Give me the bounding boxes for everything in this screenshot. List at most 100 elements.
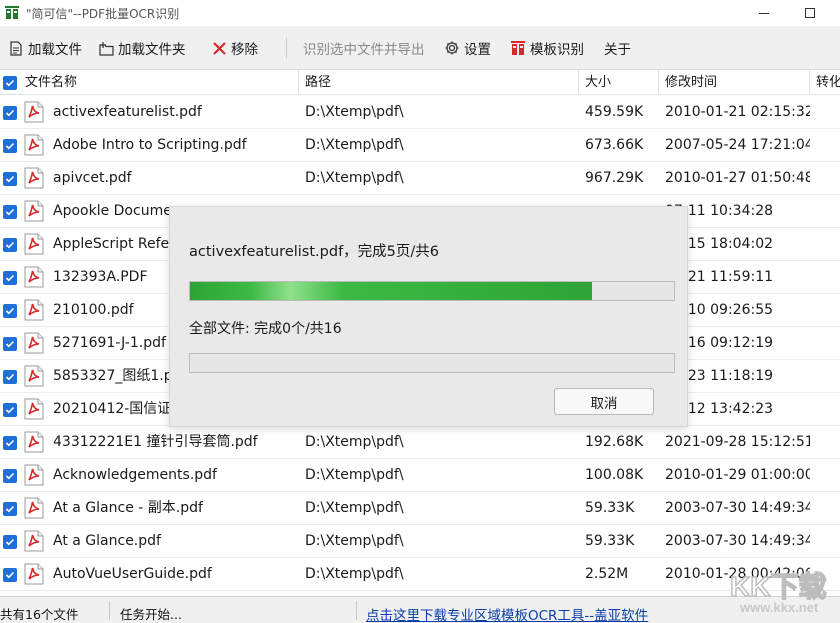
check-icon — [5, 570, 15, 580]
file-progress-fill — [190, 282, 592, 300]
modified-time-cell: 2007-05-24 17:21:04 — [665, 129, 810, 162]
pdf-file-icon — [24, 233, 45, 255]
watermark-text: www.kkx.net — [740, 600, 818, 615]
table-row[interactable]: At a Glance.pdfD:\Xtemp\pdf\59.33K2003-0… — [0, 525, 840, 558]
row-checkbox[interactable] — [3, 106, 17, 120]
row-checkbox[interactable] — [3, 205, 17, 219]
column-header-path[interactable]: 路径 — [299, 70, 579, 95]
check-icon — [5, 273, 15, 283]
row-checkbox[interactable] — [3, 337, 17, 351]
table-row[interactable]: apivcet.pdfD:\Xtemp\pdf\967.29K2010-01-2… — [0, 162, 840, 195]
file-path-cell: D:\Xtemp\pdf\ — [305, 129, 575, 162]
modified-time-cell: 2021-09-28 15:12:51 — [665, 426, 810, 459]
file-name-cell: At a Glance - 副本.pdf — [53, 492, 298, 525]
pdf-file-icon — [24, 266, 45, 288]
row-checkbox[interactable] — [3, 502, 17, 516]
gear-icon — [444, 40, 460, 56]
check-icon — [5, 240, 15, 250]
file-path-cell: D:\Xtemp\pdf\ — [305, 459, 575, 492]
row-checkbox[interactable] — [3, 271, 17, 285]
settings-label: 设置 — [464, 38, 491, 58]
row-checkbox[interactable] — [3, 304, 17, 318]
file-path-cell: D:\Xtemp\pdf\ — [305, 525, 575, 558]
toolbar-separator — [286, 38, 287, 58]
table-row[interactable]: activexfeaturelist.pdfD:\Xtemp\pdf\ 459.5… — [0, 96, 840, 129]
template-ocr-button[interactable]: 模板识别 — [510, 36, 584, 60]
row-checkbox[interactable] — [3, 469, 17, 483]
modified-time-cell: 2003-07-30 14:49:34 — [665, 492, 810, 525]
cancel-button[interactable]: 取消 — [554, 388, 654, 415]
status-divider — [356, 601, 357, 620]
select-all-checkbox[interactable] — [3, 76, 17, 90]
file-icon — [8, 40, 24, 56]
table-row[interactable]: 43312221E1 撞针引导套筒.pdfD:\Xtemp\pdf\192.68… — [0, 426, 840, 459]
column-header-modified[interactable]: 修改时间 — [659, 70, 810, 95]
check-icon — [5, 339, 15, 349]
file-name-cell: Acknowledgements.pdf — [53, 459, 298, 492]
row-checkbox[interactable] — [3, 370, 17, 384]
current-file-status: activexfeaturelist.pdf，完成5页/共6 — [189, 240, 439, 261]
row-checkbox[interactable] — [3, 172, 17, 186]
window-title: "简可信"--PDF批量OCR识别 — [26, 5, 179, 22]
toolbar: 加载文件 加载文件夹 移除 识别选中文件并导出 设置 模板识别 关于 — [0, 26, 840, 70]
maximize-icon — [805, 8, 815, 18]
minimize-button[interactable] — [741, 0, 787, 26]
check-icon — [5, 438, 15, 448]
check-icon — [5, 306, 15, 316]
row-checkbox[interactable] — [3, 436, 17, 450]
file-progress-bar — [189, 281, 675, 301]
file-size-cell: 2.52M — [585, 558, 657, 591]
svg-text:KK下载: KK下载 — [730, 571, 826, 602]
check-icon — [5, 78, 15, 88]
pdf-file-icon — [24, 431, 45, 453]
pdf-file-icon — [24, 497, 45, 519]
file-name-cell: activexfeaturelist.pdf — [53, 96, 298, 129]
row-checkbox[interactable] — [3, 403, 17, 417]
pdf-file-icon — [24, 332, 45, 354]
file-size-cell: 59.33K — [585, 492, 657, 525]
column-header-size[interactable]: 大小 — [579, 70, 659, 95]
pdf-file-icon — [24, 200, 45, 222]
recognize-export-button[interactable]: 识别选中文件并导出 — [303, 36, 425, 60]
modified-time-cell: 2010-01-21 02:15:32 — [665, 96, 810, 129]
table-row[interactable]: Acknowledgements.pdfD:\Xtemp\pdf\100.08K… — [0, 459, 840, 492]
title-bar: "简可信"--PDF批量OCR识别 — [0, 0, 840, 26]
check-icon — [5, 372, 15, 382]
pdf-file-icon — [24, 398, 45, 420]
table-row[interactable]: At a Glance - 副本.pdfD:\Xtemp\pdf\59.33K2… — [0, 492, 840, 525]
pdf-file-icon — [24, 530, 45, 552]
about-button[interactable]: 关于 — [604, 36, 631, 60]
file-name-cell: AutoVueUserGuide.pdf — [53, 558, 298, 591]
load-folder-button[interactable]: 加载文件夹 — [98, 36, 186, 60]
pdf-file-icon — [24, 299, 45, 321]
remove-button[interactable]: 移除 — [211, 36, 258, 60]
file-count-status: 共有16个文件 — [0, 604, 78, 623]
task-status: 任务开始... — [120, 604, 182, 623]
maximize-button[interactable] — [787, 0, 833, 26]
row-checkbox[interactable] — [3, 238, 17, 252]
row-checkbox[interactable] — [3, 568, 17, 582]
file-name-cell: Adobe Intro to Scripting.pdf — [53, 129, 298, 162]
file-path-cell: D:\Xtemp\pdf\ — [305, 96, 575, 129]
check-icon — [5, 108, 15, 118]
table-row[interactable]: Adobe Intro to Scripting.pdfD:\Xtemp\pdf… — [0, 129, 840, 162]
row-checkbox[interactable] — [3, 535, 17, 549]
all-files-status: 全部文件: 完成0个/共16 — [189, 318, 342, 338]
column-header-convert[interactable]: 转化 — [810, 70, 840, 95]
file-name-cell: At a Glance.pdf — [53, 525, 298, 558]
load-files-button[interactable]: 加载文件 — [8, 36, 82, 60]
row-checkbox[interactable] — [3, 139, 17, 153]
settings-button[interactable]: 设置 — [444, 36, 491, 60]
modified-time-cell: 2010-01-29 01:00:00 — [665, 459, 810, 492]
table-row[interactable]: AutoVueUserGuide.pdfD:\Xtemp\pdf\2.52M20… — [0, 558, 840, 591]
file-path-cell: D:\Xtemp\pdf\ — [305, 162, 575, 195]
recognize-export-label: 识别选中文件并导出 — [303, 38, 425, 58]
about-label: 关于 — [604, 38, 631, 58]
file-size-cell: 459.59K — [585, 96, 657, 129]
file-size-cell: 673.66K — [585, 129, 657, 162]
pdf-file-icon — [24, 464, 45, 486]
column-header-name[interactable]: 文件名称 — [19, 70, 299, 95]
status-divider — [109, 601, 110, 620]
download-link[interactable]: 点击这里下载专业区域模板OCR工具--盖亚软件 — [366, 604, 648, 623]
table-header: 文件名称 路径 大小 修改时间 转化 — [0, 70, 840, 95]
